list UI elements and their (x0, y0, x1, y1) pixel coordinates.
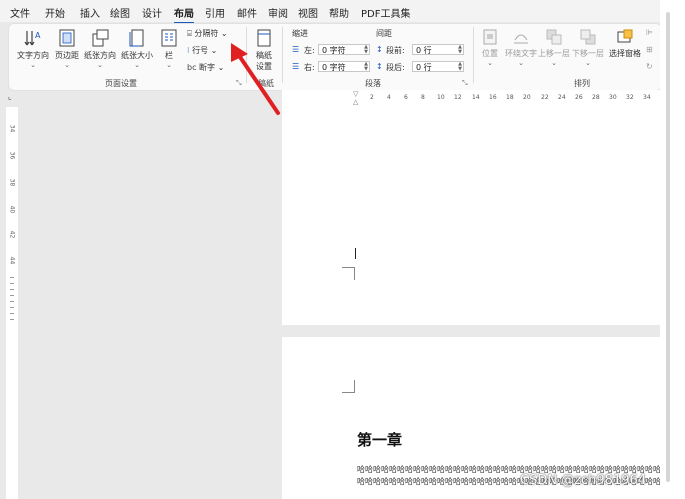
scrollbar-thumb[interactable] (666, 12, 670, 482)
watermark-text: CSDN @zch981964 (520, 473, 647, 488)
annotation-arrow (231, 43, 280, 115)
word-window: 文件 开始 插入 绘图 设计 布局 引用 邮件 审阅 视图 帮助 PDF工具集 … (0, 0, 660, 499)
scrollbar[interactable] (665, 12, 671, 482)
